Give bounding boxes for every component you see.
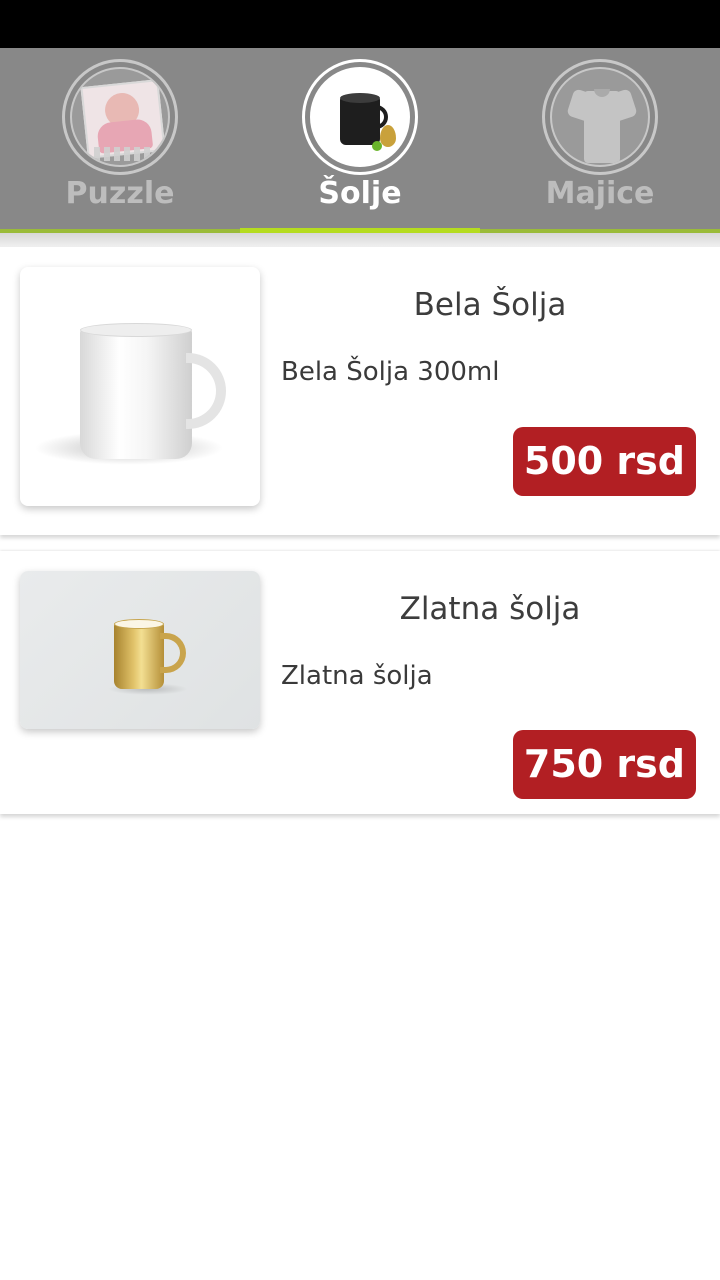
tab-label-puzzle: Puzzle — [65, 176, 175, 211]
tab-label-majice: Majice — [545, 176, 655, 211]
tshirt-icon — [550, 67, 650, 167]
white-mug-image — [20, 267, 260, 506]
tab-puzzle[interactable]: Puzzle — [0, 48, 240, 233]
price-badge: 500 rsd — [512, 427, 696, 496]
tab-bar-shadow — [0, 233, 720, 247]
gold-mug-image — [20, 571, 260, 729]
price-badge: 750 rsd — [512, 730, 696, 799]
product-card[interactable]: Zlatna šolja Zlatna šolja 750 rsd — [0, 551, 720, 814]
tab-solje[interactable]: Šolje — [240, 48, 480, 233]
product-description: Zlatna šolja — [281, 661, 433, 691]
status-bar — [0, 0, 720, 48]
puzzle-tab-ring — [62, 59, 178, 175]
puzzle-photo-icon — [70, 67, 170, 167]
product-title: Zlatna šolja — [399, 591, 581, 627]
tab-label-solje: Šolje — [318, 176, 402, 211]
tab-majice[interactable]: Majice — [480, 48, 720, 233]
solje-tab-ring — [302, 59, 418, 175]
mug-icon — [310, 67, 410, 167]
majice-tab-ring — [542, 59, 658, 175]
product-description: Bela Šolja 300ml — [281, 357, 500, 387]
product-title: Bela Šolja — [413, 287, 567, 323]
product-card[interactable]: Bela Šolja Bela Šolja 300ml 500 rsd — [0, 247, 720, 535]
